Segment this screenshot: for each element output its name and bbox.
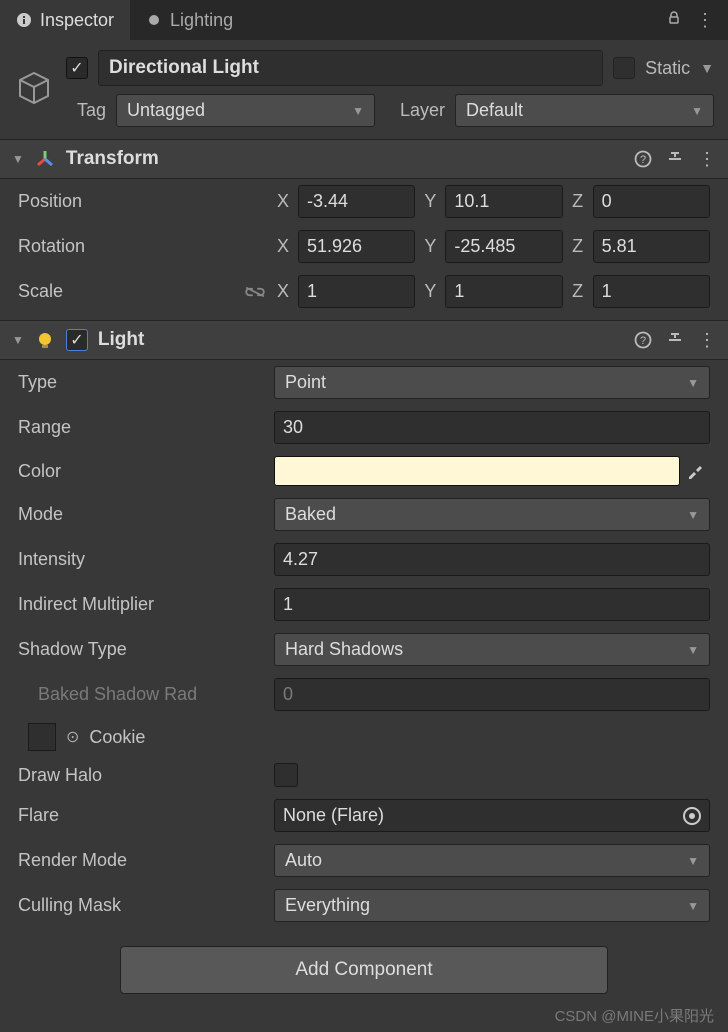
culling-mask-label: Culling Mask: [18, 895, 268, 916]
transform-header[interactable]: ▼ Transform ? ⋮: [0, 139, 728, 179]
rotation-z[interactable]: 5.81: [593, 230, 710, 263]
component-title: Light: [98, 329, 624, 351]
foldout-icon[interactable]: ▼: [12, 152, 24, 166]
layer-dropdown[interactable]: Default▼: [455, 94, 714, 127]
axis-y: Y: [421, 281, 439, 302]
color-swatch[interactable]: [274, 456, 680, 486]
preset-icon[interactable]: [666, 150, 684, 168]
kebab-icon[interactable]: ⋮: [696, 10, 714, 31]
axis-x: X: [274, 281, 292, 302]
position-y[interactable]: 10.1: [445, 185, 562, 218]
position-x[interactable]: -3.44: [298, 185, 415, 218]
shadow-type-dropdown[interactable]: Hard Shadows▼: [274, 633, 710, 666]
axis-y: Y: [421, 191, 439, 212]
constrain-icon[interactable]: [244, 285, 266, 299]
axis-z: Z: [569, 281, 587, 302]
axis-y: Y: [421, 236, 439, 257]
enabled-checkbox[interactable]: ✓: [66, 57, 88, 79]
scale-label: Scale: [18, 281, 268, 302]
add-component-button[interactable]: Add Component: [120, 946, 608, 994]
component-title: Transform: [66, 148, 624, 170]
draw-halo-label: Draw Halo: [18, 765, 268, 786]
intensity-field[interactable]: 4.27: [274, 543, 710, 576]
kebab-icon[interactable]: ⋮: [698, 149, 716, 170]
render-mode-label: Render Mode: [18, 850, 268, 871]
axis-x: X: [274, 236, 292, 257]
svg-text:?: ?: [640, 154, 646, 166]
axis-x: X: [274, 191, 292, 212]
cube-icon[interactable]: [14, 69, 54, 109]
tab-bar: Inspector Lighting ⋮: [0, 0, 728, 40]
intensity-label: Intensity: [18, 549, 268, 570]
preset-icon[interactable]: [666, 331, 684, 349]
culling-mask-dropdown[interactable]: Everything▼: [274, 889, 710, 922]
foldout-icon[interactable]: ▼: [12, 333, 24, 347]
rotation-x[interactable]: 51.926: [298, 230, 415, 263]
render-mode-dropdown[interactable]: Auto▼: [274, 844, 710, 877]
indirect-label: Indirect Multiplier: [18, 594, 268, 615]
shadow-type-label: Shadow Type: [18, 639, 268, 660]
kebab-icon[interactable]: ⋮: [698, 330, 716, 351]
info-icon: [16, 12, 32, 28]
transform-icon: [34, 148, 56, 170]
baked-shadow-label: Baked Shadow Rad: [18, 684, 268, 705]
tab-label: Inspector: [40, 10, 114, 31]
static-checkbox[interactable]: [613, 57, 635, 79]
scale-z[interactable]: 1: [593, 275, 710, 308]
static-dropdown[interactable]: ▼: [700, 60, 714, 76]
help-icon[interactable]: ?: [634, 150, 652, 168]
range-field[interactable]: 30: [274, 411, 710, 444]
range-label: Range: [18, 417, 268, 438]
color-label: Color: [18, 461, 268, 482]
cookie-label: Cookie: [89, 727, 145, 748]
flare-label: Flare: [18, 805, 268, 826]
static-label: Static: [645, 58, 690, 79]
light-header[interactable]: ▼ ✓ Light ? ⋮: [0, 320, 728, 360]
axis-z: Z: [569, 236, 587, 257]
position-label: Position: [18, 191, 268, 212]
cookie-texture[interactable]: [28, 723, 56, 751]
type-dropdown[interactable]: Point▼: [274, 366, 710, 399]
watermark: CSDN @MINE小果阳光: [555, 1005, 714, 1026]
eyedropper-icon[interactable]: [686, 462, 710, 480]
rotation-y[interactable]: -25.485: [445, 230, 562, 263]
indirect-field[interactable]: 1: [274, 588, 710, 621]
layer-value: Default: [466, 100, 523, 121]
layer-label: Layer: [385, 100, 445, 121]
object-picker-icon[interactable]: [683, 807, 701, 825]
lightbulb-icon: [34, 329, 56, 351]
baked-shadow-field: 0: [274, 678, 710, 711]
help-icon[interactable]: ?: [634, 331, 652, 349]
svg-text:?: ?: [640, 335, 646, 347]
name-field[interactable]: Directional Light: [98, 50, 603, 86]
tag-dropdown[interactable]: Untagged▼: [116, 94, 375, 127]
flare-field[interactable]: None (Flare): [274, 799, 710, 832]
cookie-settings-icon[interactable]: ⊙: [66, 727, 79, 747]
light-enabled-checkbox[interactable]: ✓: [66, 329, 88, 351]
position-row: Position X -3.44 Y 10.1 Z0: [0, 179, 728, 224]
mode-label: Mode: [18, 504, 268, 525]
scale-x[interactable]: 1: [298, 275, 415, 308]
mode-dropdown[interactable]: Baked▼: [274, 498, 710, 531]
tab-actions: ⋮: [666, 10, 728, 31]
cookie-row: ⊙ Cookie: [0, 717, 728, 757]
light-icon: [146, 12, 162, 28]
tab-lighting[interactable]: Lighting: [130, 0, 249, 40]
type-label: Type: [18, 372, 268, 393]
position-z[interactable]: 0: [593, 185, 710, 218]
lock-icon[interactable]: [666, 10, 682, 31]
tab-label: Lighting: [170, 10, 233, 31]
axis-z: Z: [569, 191, 587, 212]
rotation-row: Rotation X 51.926 Y -25.485 Z 5.81: [0, 224, 728, 269]
scale-y[interactable]: 1: [445, 275, 562, 308]
tag-value: Untagged: [127, 100, 205, 121]
scale-row: Scale X1 Y1 Z1: [0, 269, 728, 314]
tab-inspector[interactable]: Inspector: [0, 0, 130, 40]
tag-label: Tag: [66, 100, 106, 121]
rotation-label: Rotation: [18, 236, 268, 257]
gameobject-header: ✓ Directional Light Static ▼ Tag Untagge…: [0, 40, 728, 133]
draw-halo-checkbox[interactable]: [274, 763, 298, 787]
